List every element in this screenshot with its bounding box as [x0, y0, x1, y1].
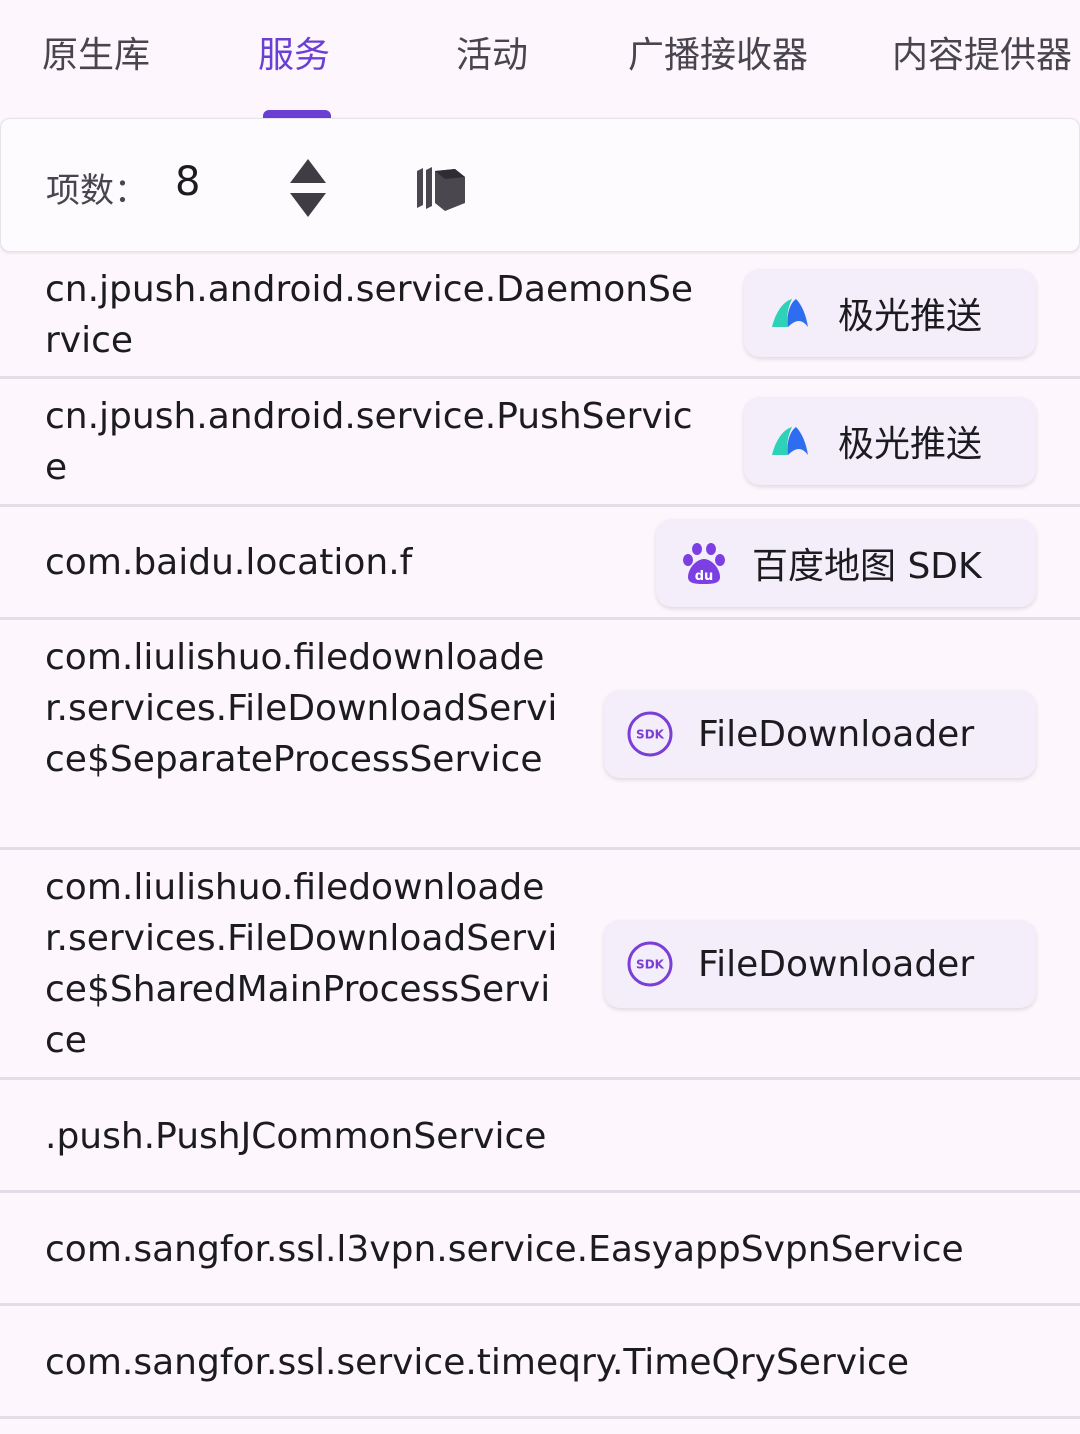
service-row[interactable]: cn.jpush.android.service.DaemonService 极…	[0, 252, 1080, 379]
sdk-chip-jpush[interactable]: 极光推送	[744, 269, 1036, 357]
service-row[interactable]: com.liulishuo.filedownloader.services.Fi…	[0, 850, 1080, 1080]
sdk-chip-jpush[interactable]: 极光推送	[744, 397, 1036, 485]
baidu-paw-icon: du	[680, 539, 728, 587]
service-row[interactable]: com.liulishuo.filedownloader.services.Fi…	[0, 620, 1080, 850]
service-row[interactable]: com.sangfor.ssl.l3vpn.service.EasyappSvp…	[0, 1193, 1080, 1306]
service-name: com.liulishuo.filedownloader.services.Fi…	[45, 867, 558, 1061]
sort-up-down-icon[interactable]	[283, 155, 333, 219]
tab-broadcast-receivers[interactable]: 广播接收器	[628, 30, 808, 82]
sdk-chip-label: FileDownloader	[698, 943, 975, 985]
service-row[interactable]: cn.jpush.android.service.PushService 极光推…	[0, 379, 1080, 507]
sdk-chip-label: 极光推送	[838, 424, 983, 465]
sdk-badge-icon: SDK	[626, 940, 674, 988]
service-name: cn.jpush.android.service.PushService	[45, 396, 693, 488]
tab-activities[interactable]: 活动	[456, 30, 528, 82]
service-row[interactable]: com.sangfor.ssl.service.timeqry.TimeQryS…	[0, 1306, 1080, 1419]
sdk-chip-filedownloader[interactable]: SDK FileDownloader	[604, 690, 1036, 778]
sdk-chip-filedownloader[interactable]: SDK FileDownloader	[604, 920, 1036, 1008]
toolbar-card: 项数： 8	[0, 118, 1080, 252]
stacked-layers-icon[interactable]	[411, 159, 469, 215]
sdk-badge-icon: SDK	[626, 710, 674, 758]
sdk-chip-label: 极光推送	[838, 296, 983, 337]
tab-native-libs[interactable]: 原生库	[42, 30, 150, 82]
item-count-value: 8	[175, 159, 201, 205]
sdk-chip-label: FileDownloader	[698, 713, 975, 755]
svg-text:SDK: SDK	[636, 958, 665, 972]
jpush-logo-icon	[766, 289, 814, 337]
tab-content-providers[interactable]: 内容提供器	[892, 30, 1072, 82]
active-tab-indicator	[263, 110, 331, 118]
service-list: cn.jpush.android.service.DaemonService 极…	[0, 252, 1080, 1419]
sdk-chip-label: 百度地图 SDK	[752, 546, 982, 587]
service-name: com.sangfor.ssl.service.timeqry.TimeQryS…	[45, 1342, 909, 1383]
tab-services[interactable]: 服务	[258, 30, 330, 82]
service-name: com.sangfor.ssl.l3vpn.service.EasyappSvp…	[45, 1229, 964, 1270]
svg-text:du: du	[695, 569, 714, 584]
service-name: .push.PushJCommonService	[45, 1116, 547, 1157]
service-row[interactable]: com.baidu.location.f du 百度地图 SDK	[0, 507, 1080, 620]
item-count-label: 项数：	[46, 171, 148, 211]
service-row[interactable]: .push.PushJCommonService	[0, 1080, 1080, 1193]
service-name: com.liulishuo.filedownloader.services.Fi…	[45, 637, 558, 780]
service-name: cn.jpush.android.service.DaemonService	[45, 269, 694, 361]
tab-bar: 原生库 服务 活动 广播接收器 内容提供器	[0, 0, 1080, 118]
sdk-chip-baidu-map[interactable]: du 百度地图 SDK	[656, 519, 1036, 607]
svg-text:SDK: SDK	[636, 728, 665, 742]
service-name: com.baidu.location.f	[45, 542, 413, 583]
jpush-logo-icon	[766, 417, 814, 465]
